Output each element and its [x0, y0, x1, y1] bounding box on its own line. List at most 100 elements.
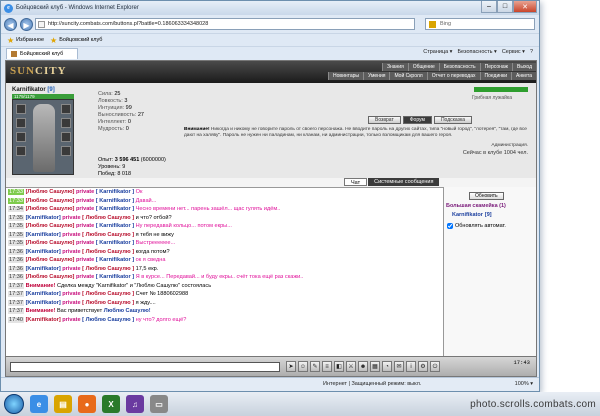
menu-exit[interactable]: Выход	[512, 63, 536, 71]
url-text: http://suncity.combats.com/buttons.pl?ba…	[48, 21, 209, 27]
forward-button[interactable]: ▶	[20, 17, 33, 31]
person-icon[interactable]: ☻	[358, 361, 368, 372]
tools-menu[interactable]: Сервис ▾	[502, 49, 525, 55]
minimize-button[interactable]: –	[481, 1, 497, 13]
chat-line: 17:33 [Люблю Сашулю] private [ Karnifika…	[6, 197, 443, 206]
tab-system-messages[interactable]: Системные сообщения	[368, 178, 440, 186]
maximize-button[interactable]: □	[497, 1, 513, 13]
clock-icon[interactable]: ◔	[382, 361, 392, 372]
chat-sender[interactable]: [Karnifikator]	[26, 266, 61, 272]
filter-icon[interactable]: ≡	[322, 361, 332, 372]
menu-character[interactable]: Персонаж	[479, 63, 513, 71]
menu-profile[interactable]: Анкета	[511, 72, 536, 80]
chat-recipient: [ Karnifikator ]	[95, 257, 135, 263]
start-button[interactable]	[4, 394, 24, 414]
taskbar-window-icon[interactable]: ▭	[150, 395, 168, 413]
chat-sender[interactable]: [Karnifikator]	[26, 291, 61, 297]
chat-sender[interactable]: [Люблю Сашулю]	[26, 206, 75, 212]
sword-icon[interactable]: ⚔	[346, 361, 356, 372]
menu-skills[interactable]: Умения	[363, 72, 390, 80]
chat-line: 17:34 [Люблю Сашулю] private [ Karnifika…	[6, 205, 443, 214]
weapon-slot[interactable]	[16, 132, 26, 142]
room-user[interactable]: Karnifikator [9]	[450, 212, 492, 218]
chat-message: и что? отбой?	[135, 214, 172, 221]
chat-sender[interactable]: [Люблю Сашулю]	[26, 257, 75, 263]
info-icon[interactable]: i	[406, 361, 416, 372]
chat-sender[interactable]: [Karnifikator]	[26, 300, 61, 306]
watermark: photo.scrolls.combats.com	[470, 399, 596, 410]
chat-sender[interactable]: [Karnifikator]	[26, 215, 61, 221]
chat-input[interactable]	[10, 362, 280, 372]
taskbar-firefox-icon[interactable]: ●	[78, 395, 96, 413]
armor-slot[interactable]	[16, 146, 26, 156]
favorites-button[interactable]: ★ Избранное	[7, 36, 44, 45]
chat-sender[interactable]: [Karnifikator]	[26, 232, 61, 238]
chat-private-tag: private	[75, 206, 95, 212]
amulet-slot[interactable]	[16, 118, 26, 128]
system-warning: Внимание!	[25, 308, 56, 314]
chat-sender[interactable]: [Люблю Сашулю]	[26, 223, 75, 229]
exit-icon[interactable]: ⏻	[430, 361, 440, 372]
boots-slot[interactable]	[61, 146, 71, 156]
menu-fights[interactable]: Поединки	[479, 72, 512, 80]
url-field[interactable]: http://suncity.combats.com/buttons.pl?ba…	[35, 18, 415, 30]
mail-icon[interactable]: ✉	[394, 361, 404, 372]
refresh-button[interactable]: Обновить	[469, 192, 504, 200]
chat-recipient: [ Karnifikator ]	[95, 274, 135, 280]
back-button[interactable]: ◀	[4, 17, 17, 31]
auto-update-checkbox[interactable]	[447, 223, 453, 229]
gloves-slot[interactable]	[61, 118, 71, 128]
auto-update-toggle[interactable]: Обновлять автомат.	[447, 223, 506, 229]
earring-slot[interactable]	[61, 104, 71, 114]
clear-icon[interactable]: ✎	[310, 361, 320, 372]
settings-icon[interactable]: ⚙	[418, 361, 428, 372]
chat-sender[interactable]: [Люблю Сашулю]	[26, 274, 75, 280]
menu-transfers[interactable]: Отчет о переводах	[426, 72, 480, 80]
chat-private-tag: private	[75, 274, 95, 280]
shield-slot[interactable]	[61, 132, 71, 142]
search-field[interactable]: Bing	[425, 18, 535, 30]
forum-button[interactable]: Форум	[402, 116, 432, 124]
taskbar-app-icon[interactable]: ♫	[126, 395, 144, 413]
admin-signature: Администрация.	[491, 143, 528, 148]
tab-combats[interactable]: Бойцовский клуб	[6, 48, 79, 59]
chat-message: когда потом?	[135, 248, 170, 255]
hint-button[interactable]: Подсказка	[433, 116, 473, 124]
taskbar-folder-icon[interactable]: ▤	[54, 395, 72, 413]
helmet-slot[interactable]	[16, 104, 26, 114]
close-button[interactable]: ✕	[513, 1, 537, 13]
menu-knowledge[interactable]: Знания	[381, 63, 408, 71]
chat-recipient: [ Люблю Сашулю ]	[82, 316, 135, 323]
map-icon[interactable]: ▦	[370, 361, 380, 372]
help-menu[interactable]: ?	[530, 49, 533, 55]
fav-link[interactable]: ★ Бойцовский клуб	[50, 36, 102, 45]
menu-scroll[interactable]: Мой Скролл	[389, 72, 427, 80]
chat-recipient: [ Karnifikator ]	[95, 240, 135, 246]
menu-inventory[interactable]: Новинтары	[328, 72, 364, 80]
smiley-icon[interactable]: ☺	[298, 361, 308, 372]
avatar[interactable]	[12, 99, 74, 175]
chat-private-tag: private	[62, 265, 81, 272]
zoom-level[interactable]: 100% ▾	[515, 381, 533, 387]
return-button[interactable]: Возврат	[368, 116, 401, 124]
menu-communication[interactable]: Общение	[407, 63, 439, 71]
chat-sender[interactable]: [Karnifikator]	[26, 249, 61, 255]
page-menu[interactable]: Страница ▾	[423, 49, 452, 55]
taskbar-excel-icon[interactable]: X	[102, 395, 120, 413]
bag-icon[interactable]: ◧	[334, 361, 344, 372]
title-bar: e Бойцовский клуб - Windows Internet Exp…	[1, 1, 539, 15]
chat-sender[interactable]: [Люблю Сашулю]	[26, 189, 75, 195]
security-menu[interactable]: Безопасность ▾	[457, 49, 496, 55]
taskbar-ie-icon[interactable]: e	[30, 395, 48, 413]
password-warning: Внимание! Никогда и никому не говорите п…	[184, 127, 527, 138]
stat-wisdom: Мудрость: 0	[98, 126, 129, 132]
chat-sender[interactable]: [Люблю Сашулю]	[26, 198, 75, 204]
chat-sender[interactable]: [Люблю Сашулю]	[26, 240, 75, 246]
favorites-label: Избранное	[16, 37, 45, 43]
menu-security[interactable]: Безопасность	[438, 63, 480, 71]
chat-sender[interactable]: [Karnifikator]	[26, 317, 61, 323]
send-icon[interactable]: ➤	[286, 361, 296, 372]
greeting-line: 17:37 Внимание! Вас приветствует Люблю С…	[6, 307, 443, 316]
tab-chat[interactable]: Чат	[344, 178, 368, 186]
window-title: Бойцовский клуб - Windows Internet Explo…	[16, 5, 139, 11]
